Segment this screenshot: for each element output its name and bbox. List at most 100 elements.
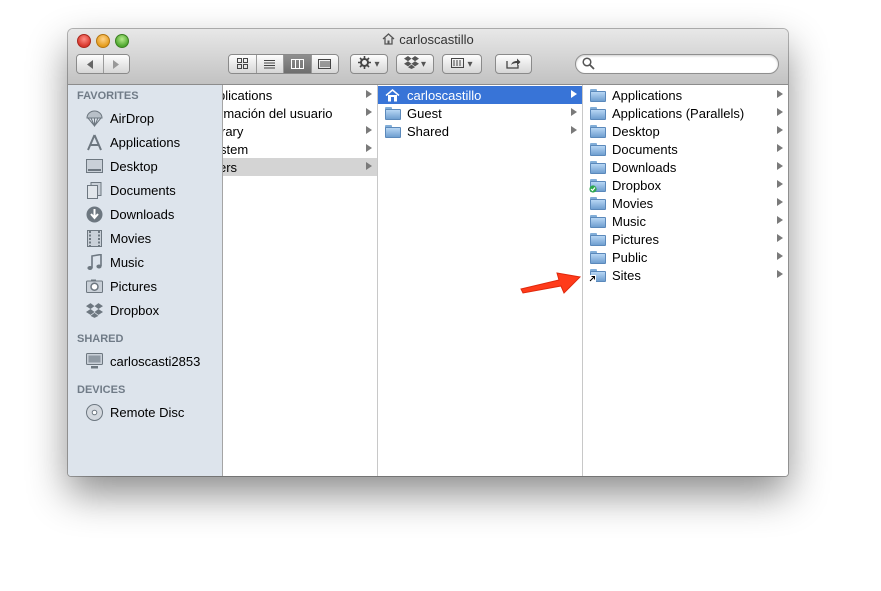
list-item[interactable]: Applications <box>583 86 788 104</box>
column-view-icon <box>290 57 304 72</box>
list-item[interactable]: Documents <box>583 140 788 158</box>
sidebar-item-downloads[interactable]: Downloads <box>85 203 174 225</box>
applications-icon <box>85 133 103 151</box>
list-item[interactable]: stem <box>223 140 377 158</box>
list-item[interactable]: Pictures <box>583 230 788 248</box>
coverflow-view-button[interactable] <box>311 55 338 73</box>
chevron-right-icon <box>777 144 783 152</box>
list-item[interactable]: rary <box>223 122 377 140</box>
sidebar-item-label: Applications <box>110 134 181 150</box>
list-item[interactable]: Shared <box>378 122 582 140</box>
chevron-right-icon <box>366 108 372 116</box>
search-field[interactable] <box>575 54 779 74</box>
list-item-label: Music <box>612 213 646 229</box>
column-view-button[interactable] <box>284 55 312 73</box>
list-item-label: Public <box>612 249 648 265</box>
chevron-right-icon <box>777 180 783 188</box>
gear-icon <box>358 56 372 72</box>
list-item[interactable]: Movies <box>583 194 788 212</box>
music-icon <box>85 253 103 271</box>
list-item[interactable]: Public <box>583 248 788 266</box>
chevron-right-icon <box>366 126 372 134</box>
back-button[interactable] <box>77 55 104 73</box>
list-item-label: Applications <box>612 87 683 103</box>
devices-header: DEVICES <box>77 384 126 396</box>
desktop-folder-icon <box>590 124 606 138</box>
list-item[interactable]: Desktop <box>583 122 788 140</box>
list-item[interactable]: rmación del usuario <box>223 104 377 122</box>
disc-icon <box>85 403 103 421</box>
forward-button[interactable] <box>103 55 129 73</box>
icon-view-icon <box>236 57 248 72</box>
downloads-icon <box>85 205 103 223</box>
toolbar: carloscastillo ▾ ▾ ▾ <box>68 29 788 85</box>
list-view-button[interactable] <box>256 55 284 73</box>
icon-view-button[interactable] <box>229 55 257 73</box>
chevron-right-icon <box>777 234 783 242</box>
finder-window: carloscastillo ▾ ▾ ▾ FAVORITES AirDrop A… <box>68 29 788 476</box>
sidebar-item-music[interactable]: Music <box>85 251 144 273</box>
pictures-icon <box>85 277 103 295</box>
documents-folder-icon <box>590 142 606 156</box>
sites-folder-icon <box>589 268 606 282</box>
window-title-text: carloscastillo <box>399 32 474 47</box>
chevron-right-icon <box>571 126 577 134</box>
share-button[interactable] <box>495 54 532 74</box>
list-item[interactable]: Guest <box>378 104 582 122</box>
sidebar: FAVORITES AirDrop Applications Desktop D… <box>68 85 223 476</box>
list-item-label: Documents <box>612 141 678 157</box>
dropbox-icon <box>403 56 419 72</box>
list-item[interactable]: Dropbox <box>583 176 788 194</box>
dropbox-menu-button[interactable]: ▾ <box>396 54 434 74</box>
arrange-icon <box>451 57 465 71</box>
list-item-label: Shared <box>407 123 449 139</box>
chevron-right-icon <box>571 90 577 98</box>
folder-icon <box>590 106 606 120</box>
list-item-selected[interactable]: carloscastillo <box>378 86 582 104</box>
chevron-right-icon <box>777 216 783 224</box>
chevron-down-icon: ▾ <box>467 58 473 70</box>
sidebar-item-pictures[interactable]: Pictures <box>85 275 157 297</box>
chevron-right-icon <box>366 144 372 152</box>
list-item-label: plications <box>223 87 273 103</box>
sidebar-item-label: Documents <box>110 182 176 198</box>
action-menu-button[interactable]: ▾ <box>350 54 388 74</box>
list-item-label: Guest <box>407 105 442 121</box>
sidebar-item-applications[interactable]: Applications <box>85 131 180 153</box>
sidebar-item-remote-disc[interactable]: Remote Disc <box>85 401 184 423</box>
list-item[interactable]: plications <box>223 86 377 104</box>
coverflow-view-icon <box>318 57 332 72</box>
sidebar-item-documents[interactable]: Documents <box>85 179 176 201</box>
list-item-label: carloscastillo <box>407 87 482 103</box>
chevron-right-icon <box>777 90 783 98</box>
chevron-right-icon <box>366 90 372 98</box>
window-title: carloscastillo <box>68 32 788 48</box>
favorites-header: FAVORITES <box>77 90 139 102</box>
list-item-label: Sites <box>612 267 641 283</box>
movies-icon <box>85 229 103 247</box>
list-item-selected[interactable]: ers <box>223 158 377 176</box>
sidebar-item-label: Movies <box>110 230 152 246</box>
list-item[interactable]: Music <box>583 212 788 230</box>
sidebar-item-shared-computer[interactable]: carloscasti2853 <box>85 350 200 372</box>
dropbox-icon <box>85 301 103 319</box>
list-item-label: ers <box>223 159 238 175</box>
chevron-down-icon: ▾ <box>374 58 380 70</box>
list-item[interactable]: Downloads <box>583 158 788 176</box>
sidebar-item-dropbox[interactable]: Dropbox <box>85 299 159 321</box>
list-item[interactable]: Applications (Parallels) <box>583 104 788 122</box>
back-forward-control <box>76 54 130 74</box>
list-item[interactable]: Sites <box>583 266 788 284</box>
home-icon <box>382 33 395 48</box>
sidebar-item-desktop[interactable]: Desktop <box>85 155 158 177</box>
sidebar-item-movies[interactable]: Movies <box>85 227 151 249</box>
arrange-menu-button[interactable]: ▾ <box>442 54 482 74</box>
sidebar-item-label: Pictures <box>110 278 157 294</box>
home-icon <box>385 88 401 102</box>
sidebar-item-label: Downloads <box>110 206 175 222</box>
sidebar-item-airdrop[interactable]: AirDrop <box>85 107 154 129</box>
sidebar-item-label: Remote Disc <box>110 404 185 420</box>
downloads-folder-icon <box>590 160 606 174</box>
dropbox-folder-icon <box>589 178 606 193</box>
chevron-right-icon <box>366 162 372 170</box>
